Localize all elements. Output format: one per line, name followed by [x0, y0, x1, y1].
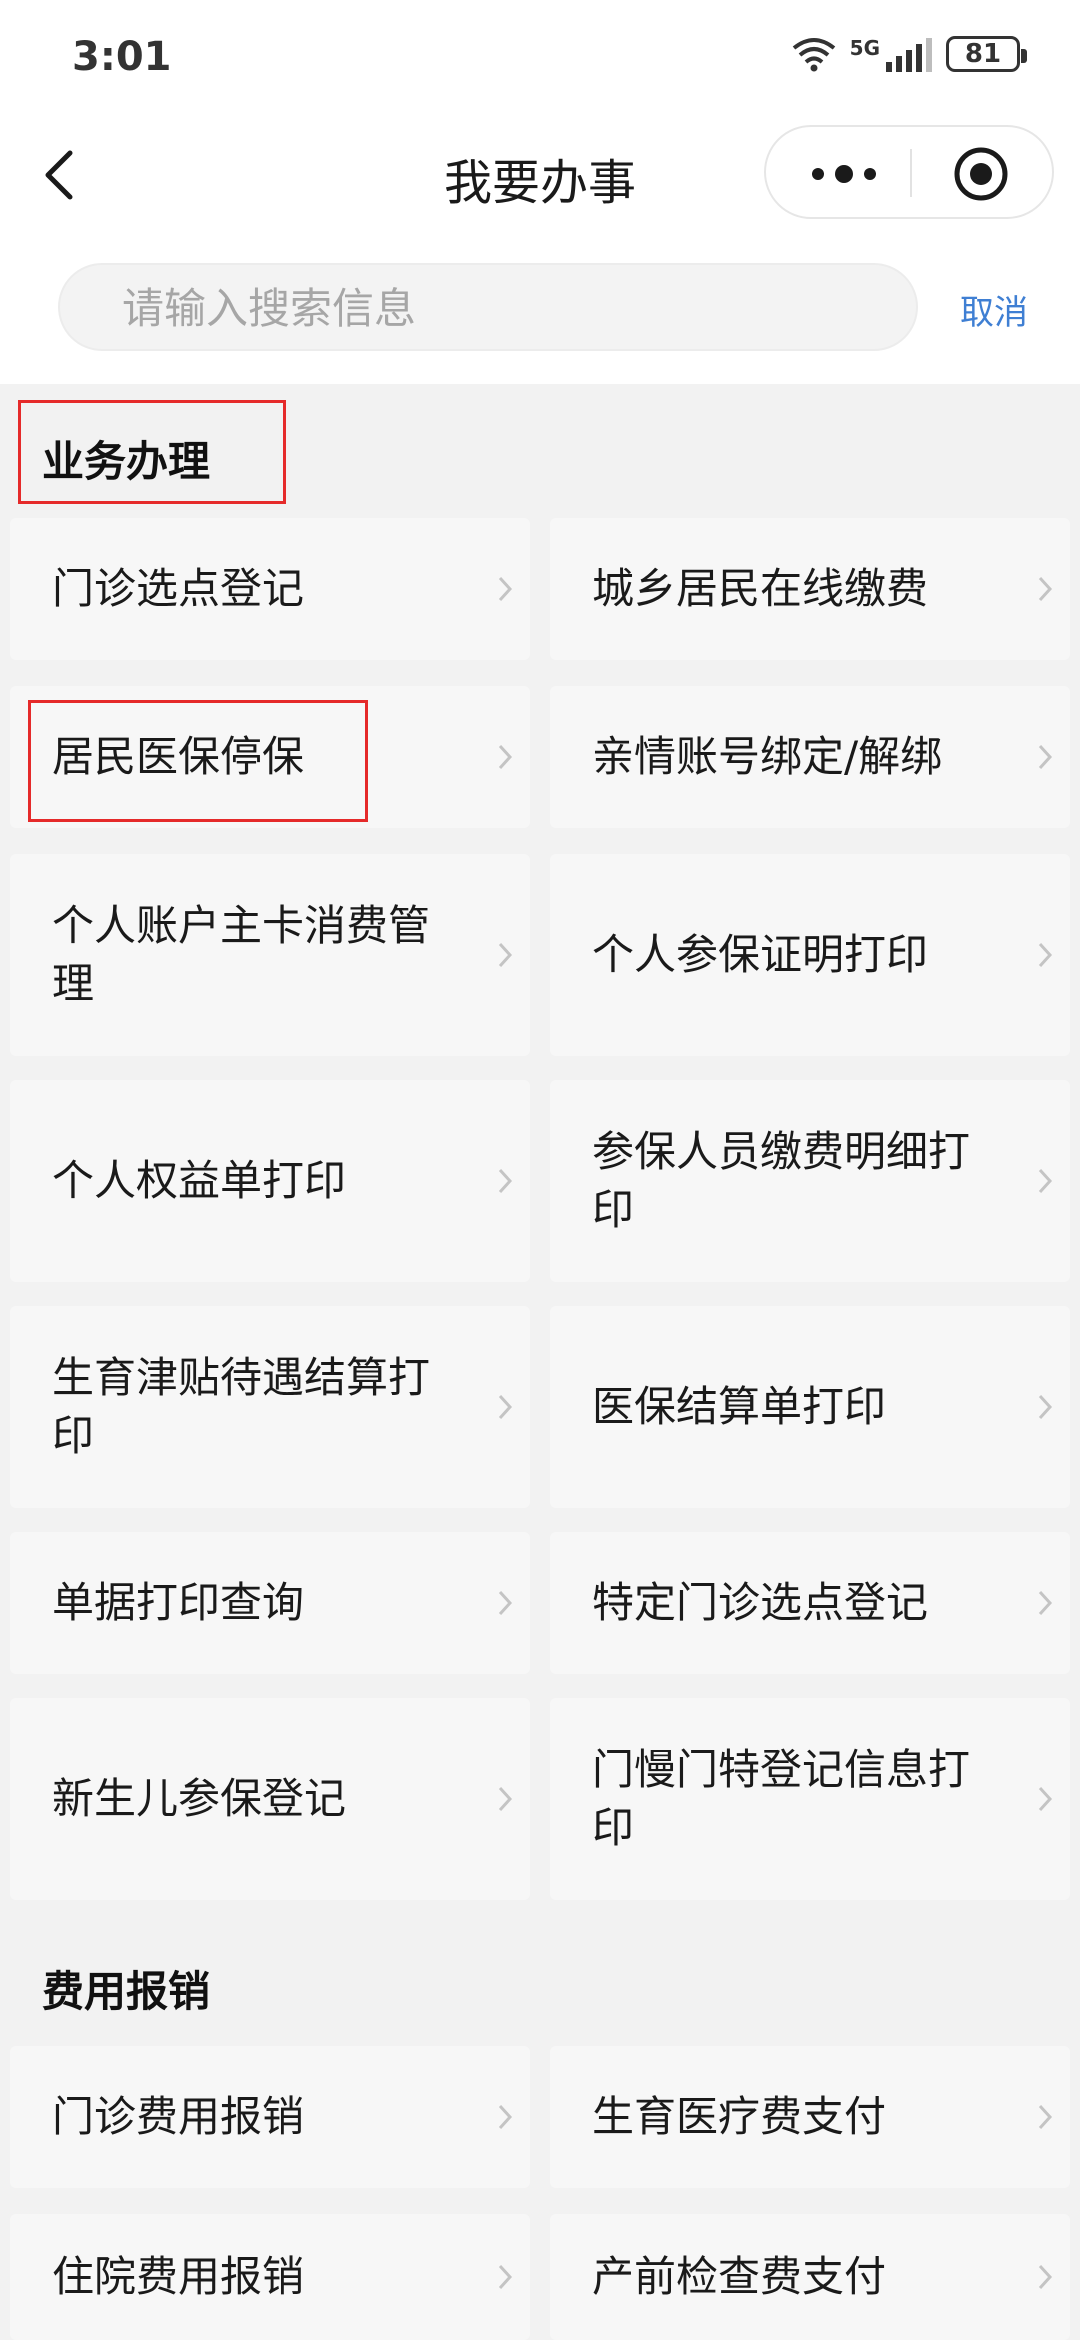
service-item-label: 新生儿参保登记 [52, 1774, 347, 1823]
service-item-label: 单据打印查询 [52, 1578, 305, 1627]
battery-icon: 81 [946, 36, 1027, 72]
chevron-right-icon [498, 942, 513, 968]
chevron-right-icon [498, 1394, 513, 1420]
service-item[interactable]: 医保结算单打印 [550, 1306, 1070, 1508]
service-item-label: 医保结算单打印 [592, 1382, 887, 1431]
close-target-icon[interactable] [952, 145, 1010, 203]
service-item[interactable]: 亲情账号绑定/解绑 [550, 686, 1070, 828]
search-row: 取消 [0, 263, 1080, 355]
service-item-label: 特定门诊选点登记 [592, 1578, 929, 1627]
mini-program-capsule [764, 125, 1054, 219]
service-item[interactable]: 参保人员缴费明细打印 [550, 1080, 1070, 1282]
chevron-right-icon [498, 1786, 513, 1812]
chevron-right-icon [1038, 1590, 1053, 1616]
chevron-right-icon [1038, 2104, 1053, 2130]
service-item-label: 门诊费用报销 [52, 2092, 305, 2141]
service-item-label: 参保人员缴费明细打印 [592, 1127, 971, 1234]
chevron-right-icon [1038, 576, 1053, 602]
service-item-label: 亲情账号绑定/解绑 [592, 732, 943, 781]
service-item[interactable]: 门诊费用报销 [10, 2046, 530, 2188]
chevron-right-icon [1038, 744, 1053, 770]
search-box[interactable] [58, 263, 918, 351]
service-item[interactable]: 个人账户主卡消费管理 [10, 854, 530, 1056]
service-item-label: 住院费用报销 [52, 2252, 305, 2301]
chevron-right-icon [1038, 942, 1053, 968]
network-type: 5G [850, 36, 932, 72]
service-item[interactable]: 住院费用报销 [10, 2214, 530, 2340]
service-item[interactable]: 产前检查费支付 [550, 2214, 1070, 2340]
chevron-right-icon [498, 744, 513, 770]
service-item-label: 门慢门特登记信息打印 [592, 1745, 971, 1852]
wifi-icon [792, 38, 835, 72]
service-item-label: 个人权益单打印 [52, 1156, 347, 1205]
chevron-right-icon [1038, 1168, 1053, 1194]
service-item[interactable]: 单据打印查询 [10, 1532, 530, 1674]
search-input[interactable] [120, 265, 884, 351]
service-item[interactable]: 特定门诊选点登记 [550, 1532, 1070, 1674]
service-item[interactable]: 个人权益单打印 [10, 1080, 530, 1282]
network-label: 5G [849, 36, 880, 60]
service-item-label: 生育医疗费支付 [592, 2092, 887, 2141]
capsule-divider [910, 149, 912, 197]
status-time: 3:01 [72, 34, 172, 80]
chevron-right-icon [498, 1168, 513, 1194]
chevron-right-icon [498, 576, 513, 602]
service-item-label: 城乡居民在线缴费 [592, 564, 929, 613]
service-item[interactable]: 门慢门特登记信息打印 [550, 1698, 1070, 1900]
chevron-right-icon [498, 2104, 513, 2130]
chevron-right-icon [1038, 2264, 1053, 2290]
battery-level: 81 [964, 39, 1002, 69]
service-item[interactable]: 生育津贴待遇结算打印 [10, 1306, 530, 1508]
highlight-box-section [18, 400, 286, 504]
service-item-label: 产前检查费支付 [592, 2252, 887, 2301]
highlight-box-item [28, 700, 368, 822]
status-bar: 3:01 5G 81 [0, 30, 1080, 90]
service-item-label: 门诊选点登记 [52, 564, 305, 613]
signal-icon [886, 38, 932, 72]
chevron-right-icon [498, 2264, 513, 2290]
more-icon[interactable] [804, 151, 884, 197]
service-item[interactable]: 新生儿参保登记 [10, 1698, 530, 1900]
cancel-button[interactable]: 取消 [960, 285, 1028, 334]
service-item-label: 个人账户主卡消费管理 [52, 901, 431, 1008]
section-title-reimbursement: 费用报销 [42, 1967, 211, 2016]
chevron-right-icon [1038, 1786, 1053, 1812]
status-icons: 5G 81 [792, 36, 1027, 72]
chevron-right-icon [498, 1590, 513, 1616]
service-item[interactable]: 个人参保证明打印 [550, 854, 1070, 1056]
service-item-label: 个人参保证明打印 [592, 930, 929, 979]
chevron-right-icon [1038, 1394, 1053, 1420]
nav-bar: 我要办事 [0, 125, 1080, 225]
service-item[interactable]: 门诊选点登记 [10, 518, 530, 660]
service-item-label: 生育津贴待遇结算打印 [52, 1353, 431, 1460]
service-item[interactable]: 生育医疗费支付 [550, 2046, 1070, 2188]
service-item[interactable]: 城乡居民在线缴费 [550, 518, 1070, 660]
